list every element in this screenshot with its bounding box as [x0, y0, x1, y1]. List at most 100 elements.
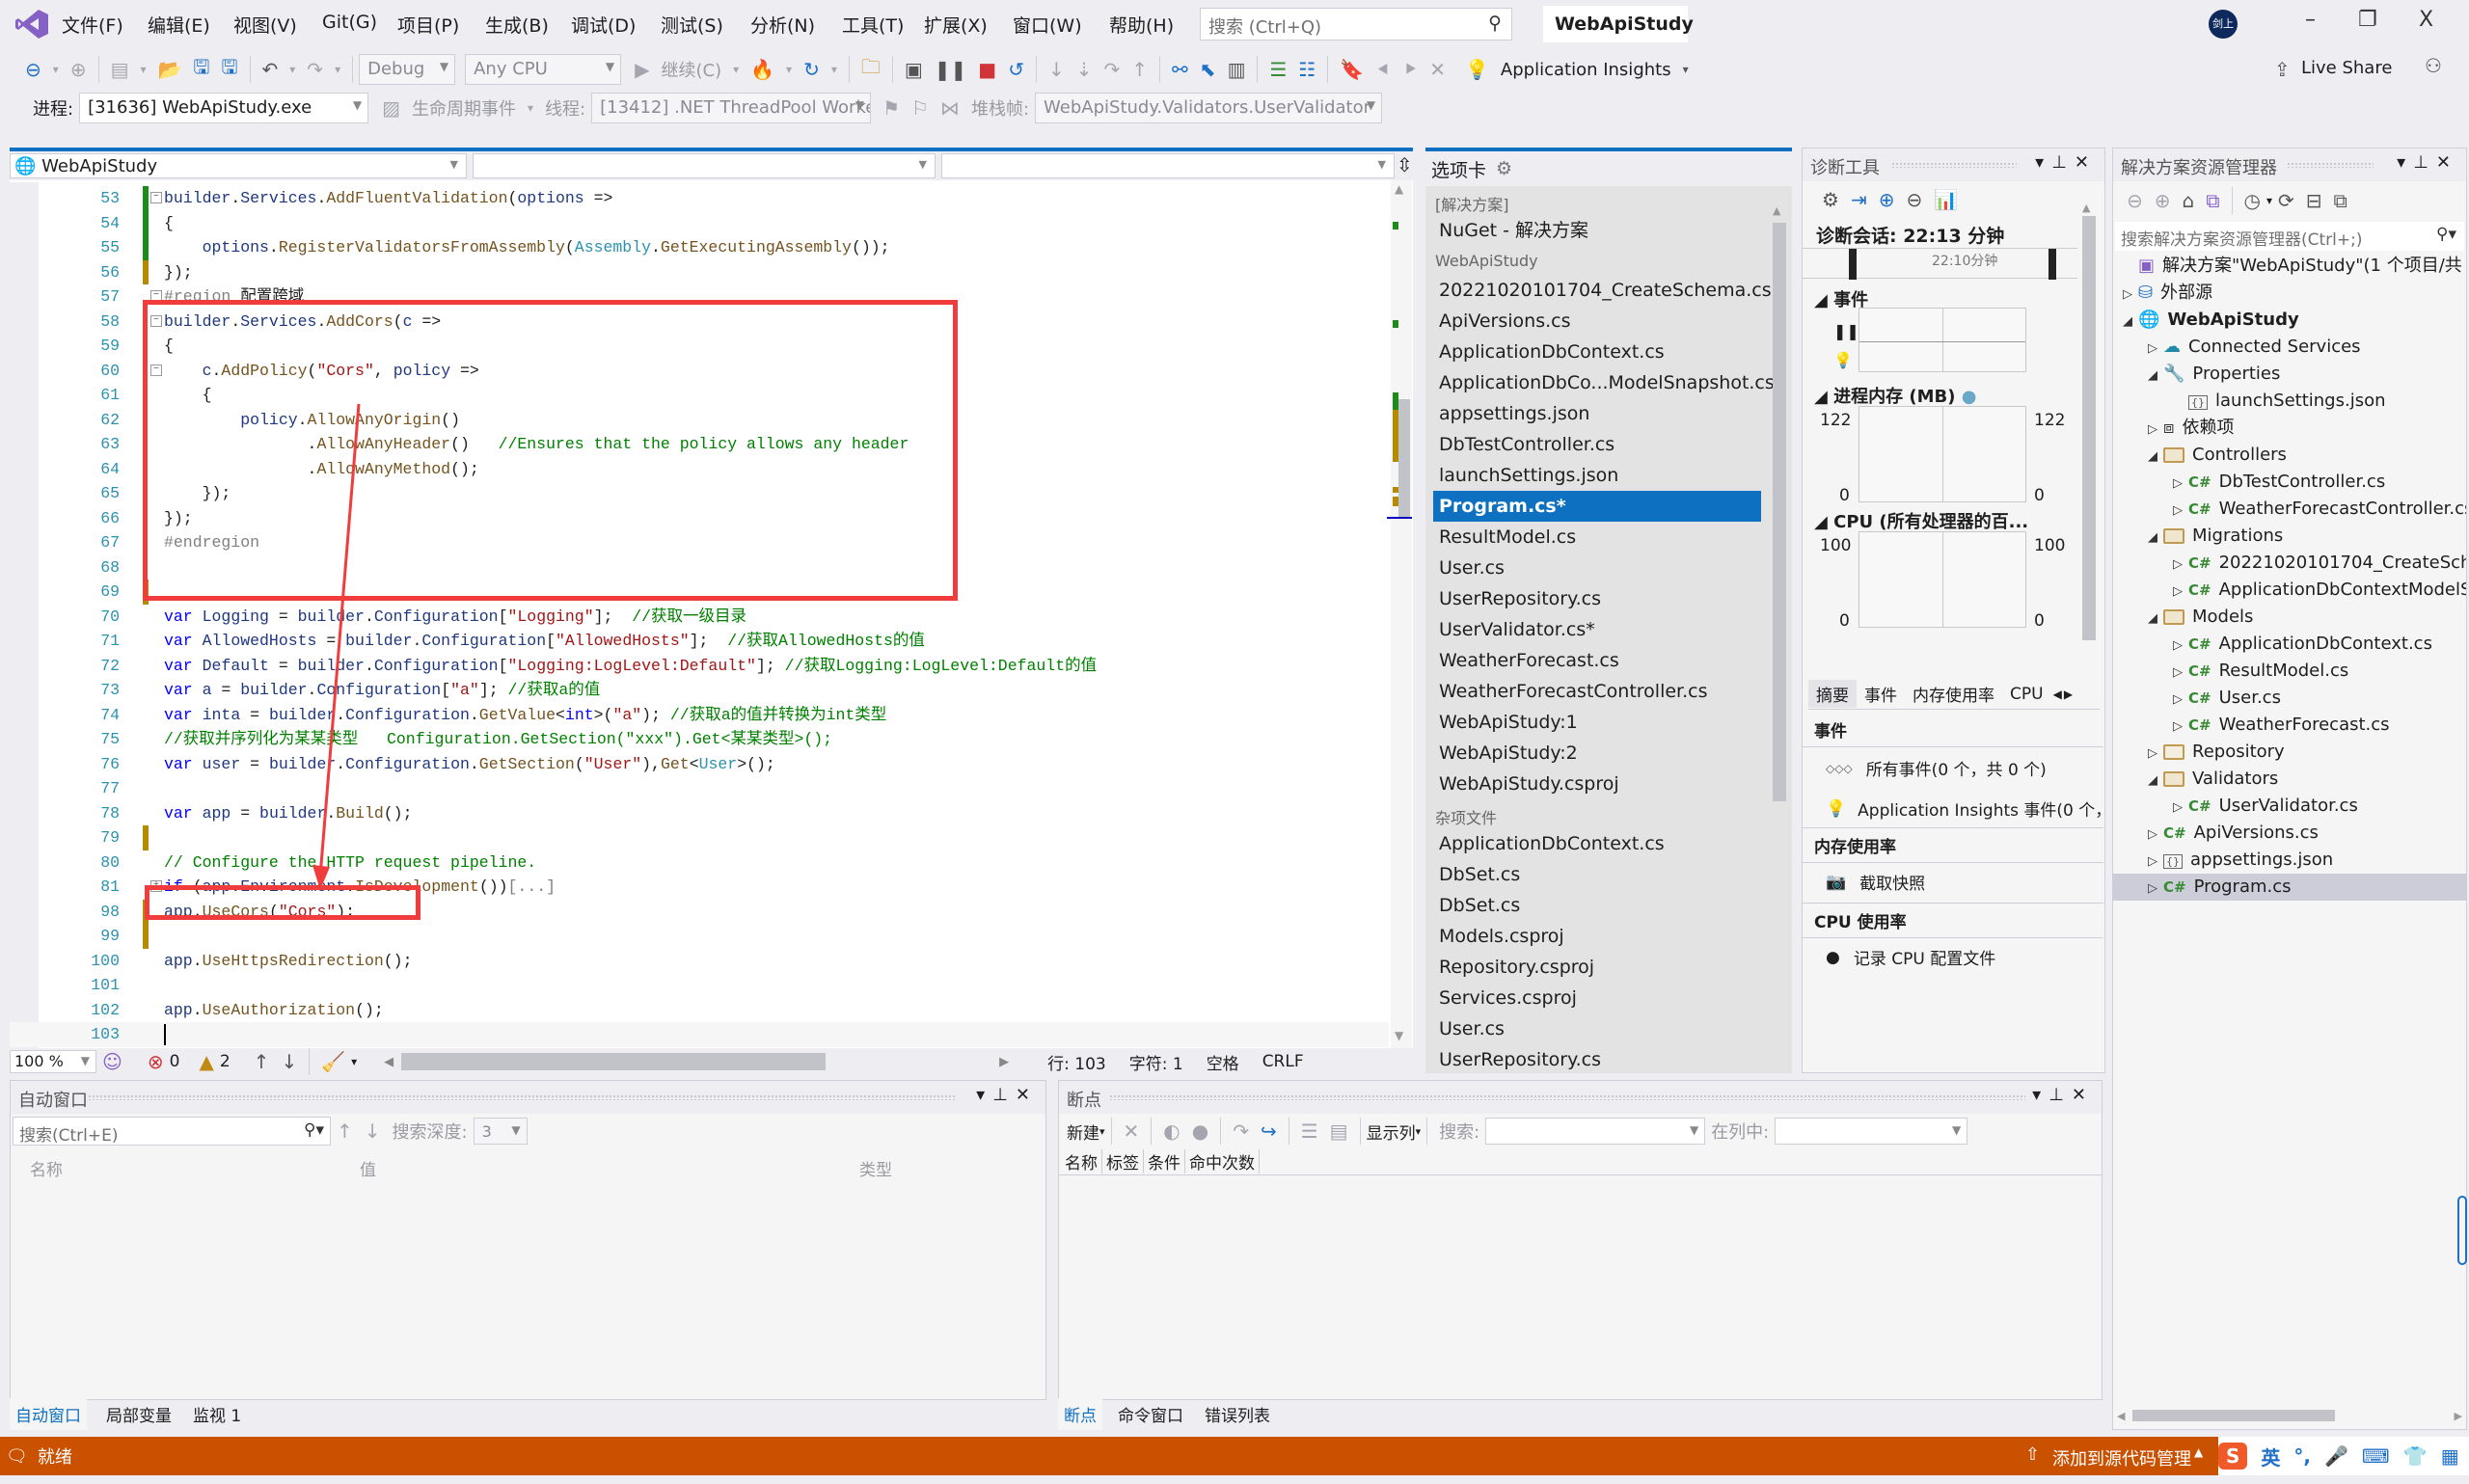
take-snapshot-button[interactable]: 📷 截取快照 [1826, 870, 1925, 895]
collapsed-icon[interactable]: ▷ [2173, 714, 2188, 739]
outdent-icon[interactable]: ☷ [1298, 58, 1316, 81]
tab-list-item[interactable]: Models.csproj [1425, 921, 1761, 952]
tree-item[interactable]: ▷C# 20221020101704_CreateSchema.cs [2113, 550, 2466, 577]
expanded-icon[interactable]: ◢ [2148, 525, 2163, 550]
tab-list-item[interactable]: ApplicationDbContext.cs [1425, 828, 1761, 859]
eol-indicator[interactable]: CRLF [1262, 1052, 1304, 1071]
search-prev-icon[interactable]: ↑ [337, 1120, 353, 1143]
stop-icon[interactable]: ■ [978, 58, 996, 81]
split-editor-icon[interactable]: ⇳ [1397, 153, 1413, 176]
zoom-dropdown[interactable]: 100 % ▼ [10, 1050, 96, 1073]
zoom-in-icon[interactable]: ⊕ [1879, 188, 1895, 211]
tab-list-scroll-thumb[interactable] [1773, 223, 1786, 801]
step-into-icon[interactable]: ↓ [1048, 58, 1065, 81]
solution-config-dropdown[interactable]: Debug ▼ [359, 54, 456, 85]
tab-list-item[interactable]: WebApiStudy:1 [1425, 707, 1761, 738]
continue-icon[interactable]: ▶ [635, 58, 649, 81]
expanded-icon[interactable]: ◢ [2148, 606, 2163, 631]
solution-hscroll-thumb[interactable] [2132, 1410, 2336, 1421]
collapsed-icon[interactable]: ▷ [2148, 849, 2163, 874]
flag-threads-icon[interactable]: ⚐ [911, 96, 929, 120]
events-chart[interactable] [1859, 308, 2026, 372]
back-icon[interactable]: ⊖ [2127, 189, 2143, 212]
columns-icon[interactable]: ▤ [1330, 1120, 1348, 1143]
error-count[interactable]: 0 [170, 1052, 180, 1071]
bp-search-input[interactable]: ▼ [1485, 1118, 1706, 1145]
tabs-prev-icon[interactable]: ◀ [2053, 688, 2062, 701]
tab-list-item[interactable]: DbSet.cs [1425, 890, 1761, 921]
indent-indicator[interactable]: 空格 [1207, 1050, 1239, 1074]
undo-icon[interactable]: ↶ [262, 58, 279, 81]
diagnostics-tab[interactable]: CPU [2002, 683, 2051, 706]
tree-item[interactable]: ▷ Repository [2113, 739, 2466, 766]
tab-list-item[interactable]: Repository.csproj [1425, 952, 1761, 983]
type-nav-dropdown[interactable]: ▼ [473, 153, 936, 178]
export-icon[interactable]: ☰ [1301, 1120, 1318, 1143]
memory-chart[interactable] [1859, 406, 2026, 502]
go-to-source-icon[interactable]: ↪ [1261, 1120, 1277, 1143]
avatar[interactable]: 剑上 [2209, 10, 2238, 39]
global-search-input[interactable]: 搜索 (Ctrl+Q) ⚲ [1200, 8, 1512, 40]
flag-thread-icon[interactable]: ⚑ [882, 96, 900, 120]
tab-locals[interactable]: 局部变量 [100, 1398, 177, 1430]
all-events-link[interactable]: ◇◇◇ 所有事件(0 个，共 0 个) [1826, 756, 2047, 780]
tab-list-item[interactable]: UserRepository.cs [1425, 1044, 1761, 1073]
diagnostics-icon[interactable]: ⚯ [1172, 58, 1188, 81]
close-icon[interactable]: ✕ [1016, 1085, 1038, 1105]
tree-item[interactable]: ▷ C# WeatherForecastController.cs [2113, 496, 2466, 523]
tree-item[interactable]: ▷ C# UserValidator.cs [2113, 793, 2466, 820]
editor-vertical-scrollbar[interactable]: ▲ ▼ [1387, 180, 1412, 1048]
editor-scroll-thumb[interactable] [1398, 399, 1410, 517]
code-cleanup-icon[interactable]: 🧹 [321, 1050, 345, 1073]
record-cpu-button[interactable]: ● 记录 CPU 配置文件 [1826, 945, 1995, 970]
tab-error-list[interactable]: 错误列表 [1199, 1398, 1276, 1430]
prev-bookmark-icon[interactable]: ⯇ [1375, 58, 1391, 81]
bp-column-name[interactable]: 名称 [1061, 1149, 1102, 1174]
bp-column-hit-count[interactable]: 命中次数 [1185, 1149, 1260, 1174]
editor-horizontal-scrollbar[interactable] [401, 1053, 827, 1070]
indent-icon[interactable]: ☰ [1269, 58, 1287, 81]
tab-list-item[interactable]: User.cs [1425, 553, 1761, 583]
solution-search-input[interactable]: 搜索解决方案资源管理器(Ctrl+;) ⚲▾ [2115, 222, 2464, 251]
dropdown-icon[interactable]: ▾ [2035, 152, 2051, 173]
tab-list-item[interactable]: appsettings.json [1425, 398, 1761, 429]
dropdown-icon[interactable]: ▾ [976, 1085, 992, 1105]
tab-list-item[interactable]: WeatherForecastController.cs [1425, 676, 1761, 707]
next-issue-icon[interactable]: ↓ [281, 1050, 297, 1073]
tab-list-item[interactable]: UserRepository.cs [1425, 583, 1761, 614]
browser-link-icon[interactable]: ▣ [905, 58, 923, 81]
save-icon[interactable]: 🖫 [193, 53, 209, 86]
tree-item[interactable]: ▷ ☁ Connected Services [2113, 334, 2466, 361]
add-to-source-control-button[interactable]: 添加到源代码管理 [2052, 1445, 2191, 1471]
save-all-icon[interactable]: 🖫 [221, 53, 237, 86]
tree-item[interactable]: ▷ C# DbTestController.cs [2113, 469, 2466, 496]
tree-item[interactable]: ▷ ⧈ 依赖项 [2113, 415, 2466, 442]
collapsed-icon[interactable]: ▷ [2173, 471, 2188, 496]
tab-list-item[interactable]: launchSettings.json [1425, 460, 1761, 491]
gear-icon[interactable]: ⚙ [1496, 158, 1512, 179]
tab-list-item[interactable]: NuGet - 解决方案 [1425, 215, 1761, 246]
tree-item[interactable]: ◢ Validators [2113, 766, 2466, 793]
disable-all-icon[interactable]: ● [1192, 1120, 1208, 1143]
expanded-icon[interactable]: ◢ [2148, 768, 2163, 793]
collapsed-icon[interactable]: ▷ [2173, 498, 2188, 523]
navigate-forward-icon[interactable]: ⊕ [70, 58, 87, 81]
diagnostics-tab[interactable]: 事件 [1857, 680, 1905, 708]
collapsed-icon[interactable]: ▷ [2148, 741, 2163, 766]
menu-item[interactable]: 窗口(W) [1013, 12, 1082, 38]
tab-list-item[interactable]: Program.cs* [1433, 491, 1761, 522]
bookmark-icon[interactable]: 🔖 [1340, 58, 1364, 81]
ime-keyboard-icon[interactable]: ⌨ [2362, 1444, 2390, 1468]
tab-list-item[interactable]: ApplicationDbContext.cs [1425, 337, 1761, 367]
menu-item[interactable]: 工具(T) [842, 12, 904, 38]
reset-view-icon[interactable]: 📊 [1934, 188, 1958, 211]
tree-item[interactable]: ◢ Migrations [2113, 523, 2466, 550]
timeline-start-handle[interactable] [1849, 249, 1857, 280]
copilot-icon[interactable]: ☺ [102, 1050, 122, 1073]
column-type[interactable]: 类型 [859, 1156, 892, 1180]
lifecycle-events-button[interactable]: 生命周期事件 [412, 95, 516, 121]
import-icon[interactable]: ↷ [1233, 1120, 1249, 1143]
tab-command-window[interactable]: 命令窗口 [1112, 1398, 1189, 1430]
app-insights-button[interactable]: Application Insights [1501, 60, 1671, 80]
timeline-ruler[interactable]: 22:10分钟 [1803, 248, 2077, 280]
